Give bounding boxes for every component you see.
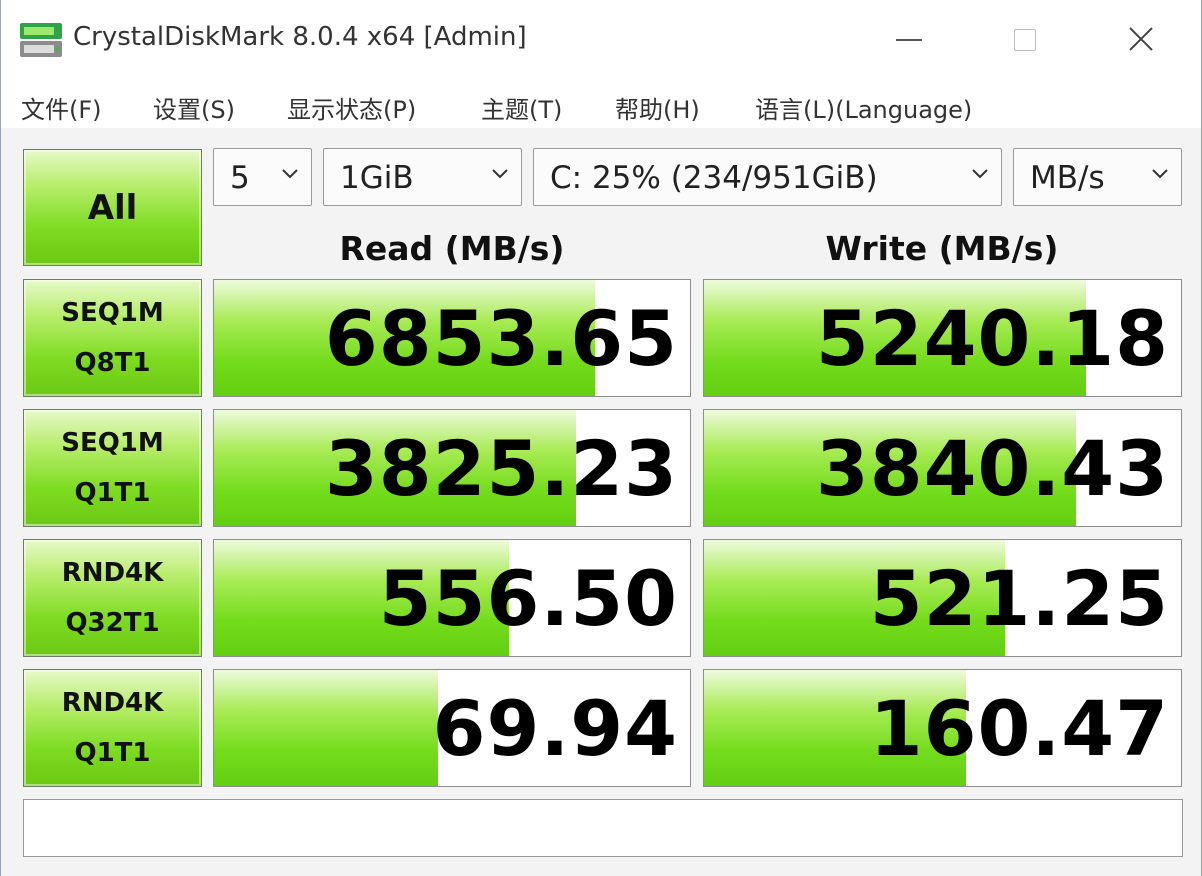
test-name: SEQ1M	[61, 298, 164, 328]
read-column-header: Read (MB/s)	[339, 229, 565, 268]
read-score-value: 3825.23	[324, 424, 678, 513]
write-result: 521.25	[703, 539, 1182, 657]
minimize-button[interactable]	[881, 14, 937, 66]
menu-help[interactable]: 帮助(H)	[615, 90, 700, 125]
title-bar[interactable]: CrystalDiskMark 8.0.4 x64 [Admin]	[1, 0, 1201, 82]
write-result: 160.47	[703, 669, 1182, 787]
minimize-icon	[896, 39, 922, 41]
drive-select[interactable]: C: 25% (234/951GiB)	[533, 148, 1002, 206]
crystaldiskmark-logo-icon	[20, 23, 62, 57]
read-score-value: 6853.65	[324, 294, 678, 383]
app-window: CrystalDiskMark 8.0.4 x64 [Admin] 文件(F) …	[0, 0, 1202, 876]
unit-select[interactable]: MB/s	[1013, 148, 1182, 206]
close-icon	[1129, 27, 1153, 51]
test-button[interactable]: SEQ1M Q1T1	[23, 409, 202, 527]
test-queue-threads: Q8T1	[74, 348, 151, 378]
write-result: 5240.18	[703, 279, 1182, 397]
chevron-down-icon	[282, 169, 298, 179]
test-button[interactable]: RND4K Q1T1	[23, 669, 202, 787]
menu-language[interactable]: 语言(L)(Language)	[755, 90, 972, 125]
run-all-button[interactable]: All	[23, 149, 202, 266]
read-score-value: 556.50	[378, 554, 678, 643]
read-score-value: 69.94	[432, 684, 678, 773]
menu-file[interactable]: 文件(F)	[21, 90, 102, 125]
menu-bar: 文件(F) 设置(S) 显示状态(P) 主题(T) 帮助(H) 语言(L)(La…	[1, 82, 1201, 129]
test-name: SEQ1M	[61, 428, 164, 458]
read-score-bar	[214, 670, 438, 786]
read-result: 6853.65	[213, 279, 691, 397]
close-button[interactable]	[1113, 14, 1169, 66]
comment-field[interactable]	[23, 799, 1183, 857]
write-score-value: 5240.18	[815, 294, 1169, 383]
write-score-value: 521.25	[869, 554, 1169, 643]
unit-value: MB/s	[1030, 160, 1105, 196]
write-score-value: 3840.43	[815, 424, 1169, 513]
write-column-header: Write (MB/s)	[825, 229, 1059, 268]
write-score-value: 160.47	[869, 684, 1169, 773]
chevron-down-icon	[492, 169, 508, 179]
test-queue-threads: Q32T1	[65, 608, 160, 638]
menu-theme[interactable]: 主题(T)	[481, 90, 562, 125]
chevron-down-icon	[1152, 169, 1168, 179]
test-button[interactable]: RND4K Q32T1	[23, 539, 202, 657]
drive-value: C: 25% (234/951GiB)	[550, 160, 878, 196]
main-panel: All 5 1GiB C: 25% (234/951GiB) MB/s Read…	[1, 128, 1201, 876]
maximize-icon	[1014, 29, 1036, 51]
test-count-select[interactable]: 5	[213, 148, 312, 206]
test-button[interactable]: SEQ1M Q8T1	[23, 279, 202, 397]
test-queue-threads: Q1T1	[74, 738, 151, 768]
test-size-select[interactable]: 1GiB	[323, 148, 522, 206]
test-size-value: 1GiB	[340, 160, 414, 196]
read-result: 69.94	[213, 669, 691, 787]
test-name: RND4K	[61, 688, 164, 718]
menu-settings[interactable]: 设置(S)	[153, 90, 235, 125]
menu-view[interactable]: 显示状态(P)	[287, 90, 416, 125]
test-name: RND4K	[61, 558, 164, 588]
window-title: CrystalDiskMark 8.0.4 x64 [Admin]	[73, 22, 527, 52]
read-result: 3825.23	[213, 409, 691, 527]
chevron-down-icon	[972, 169, 988, 179]
test-count-value: 5	[230, 160, 250, 196]
read-result: 556.50	[213, 539, 691, 657]
maximize-button[interactable]	[997, 14, 1053, 66]
write-result: 3840.43	[703, 409, 1182, 527]
test-queue-threads: Q1T1	[74, 478, 151, 508]
